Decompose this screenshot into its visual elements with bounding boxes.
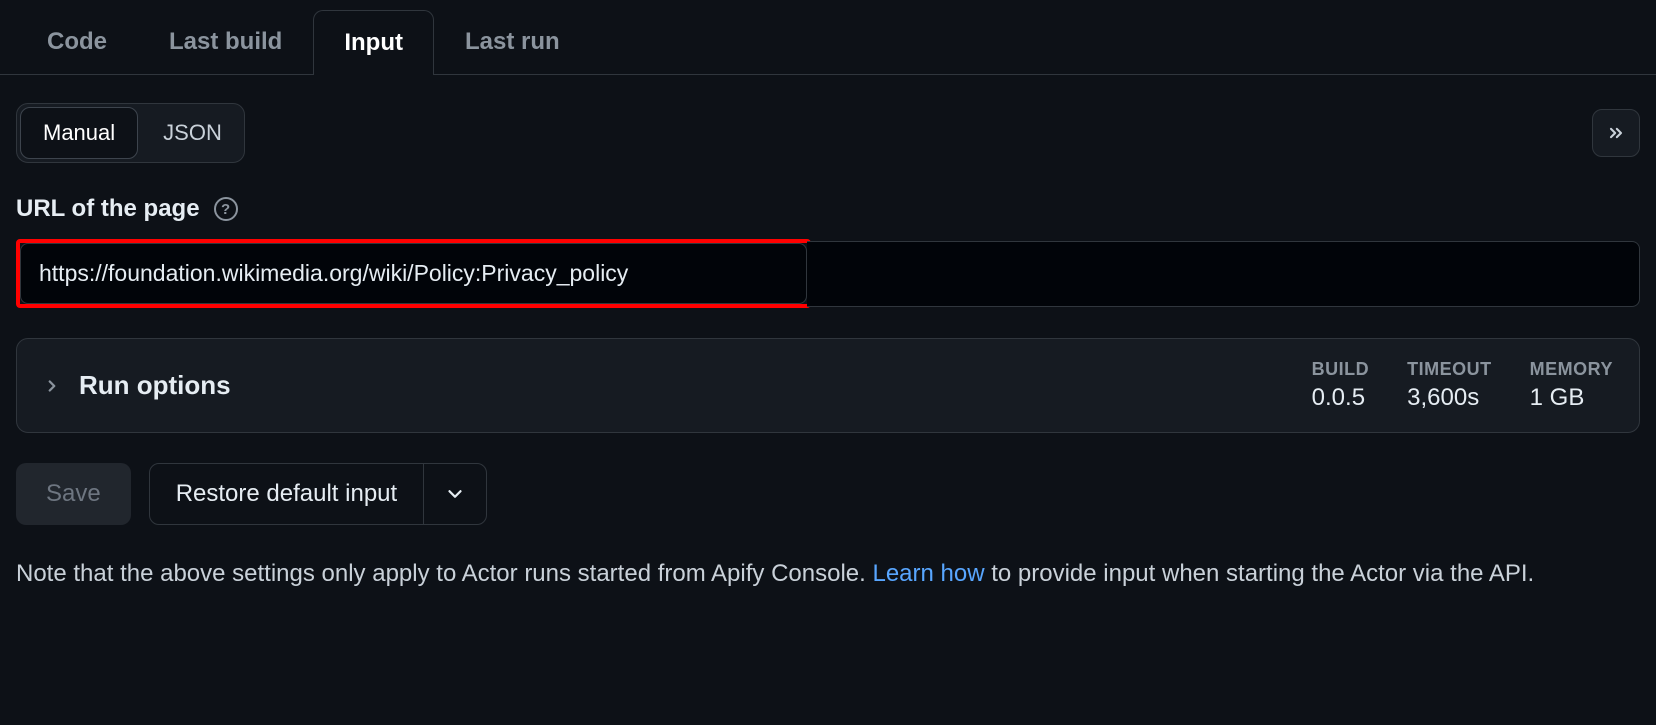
chevron-right-icon bbox=[43, 377, 61, 395]
stat-timeout-label: TIMEOUT bbox=[1407, 359, 1492, 380]
mode-toggle: Manual JSON bbox=[16, 103, 245, 163]
url-input-container bbox=[16, 239, 1640, 308]
field-label-row: URL of the page ? bbox=[16, 195, 1640, 223]
restore-default-button[interactable]: Restore default input bbox=[150, 464, 423, 524]
mode-manual-button[interactable]: Manual bbox=[20, 107, 138, 159]
help-icon[interactable]: ? bbox=[214, 197, 238, 221]
restore-group: Restore default input bbox=[149, 463, 487, 525]
restore-dropdown-button[interactable] bbox=[423, 464, 486, 524]
action-row: Save Restore default input bbox=[16, 463, 1640, 525]
expand-button[interactable] bbox=[1592, 109, 1640, 157]
mode-json-button[interactable]: JSON bbox=[141, 104, 244, 162]
learn-how-link[interactable]: Learn how bbox=[872, 560, 984, 587]
tab-code[interactable]: Code bbox=[16, 9, 138, 74]
stat-build: BUILD 0.0.5 bbox=[1312, 359, 1370, 412]
stat-build-value: 0.0.5 bbox=[1312, 384, 1370, 412]
stat-timeout: TIMEOUT 3,600s bbox=[1407, 359, 1492, 412]
url-input-highlight bbox=[16, 239, 811, 308]
chevron-double-right-icon bbox=[1606, 123, 1626, 143]
run-options-stats: BUILD 0.0.5 TIMEOUT 3,600s MEMORY 1 GB bbox=[1312, 359, 1613, 412]
url-input-extension[interactable] bbox=[807, 241, 1640, 307]
stat-memory-label: MEMORY bbox=[1530, 359, 1613, 380]
tabs-bar: Code Last build Input Last run bbox=[0, 0, 1656, 75]
stat-memory: MEMORY 1 GB bbox=[1530, 359, 1613, 412]
tab-last-run[interactable]: Last run bbox=[434, 9, 591, 74]
run-options-panel[interactable]: Run options BUILD 0.0.5 TIMEOUT 3,600s M… bbox=[16, 338, 1640, 433]
stat-build-label: BUILD bbox=[1312, 359, 1370, 380]
mode-row: Manual JSON bbox=[16, 103, 1640, 163]
content-area: Manual JSON URL of the page ? Run option… bbox=[0, 75, 1656, 609]
note-suffix: to provide input when starting the Actor… bbox=[985, 560, 1535, 587]
stat-memory-value: 1 GB bbox=[1530, 384, 1613, 412]
tab-last-build[interactable]: Last build bbox=[138, 9, 313, 74]
url-field-label: URL of the page bbox=[16, 195, 200, 223]
stat-timeout-value: 3,600s bbox=[1407, 384, 1492, 412]
tab-input[interactable]: Input bbox=[313, 10, 434, 75]
chevron-down-icon bbox=[444, 483, 466, 505]
run-options-title: Run options bbox=[79, 370, 231, 401]
url-input[interactable] bbox=[20, 243, 807, 304]
run-options-left: Run options bbox=[43, 370, 231, 401]
note-prefix: Note that the above settings only apply … bbox=[16, 560, 872, 587]
note-text: Note that the above settings only apply … bbox=[16, 555, 1536, 593]
save-button[interactable]: Save bbox=[16, 463, 131, 525]
